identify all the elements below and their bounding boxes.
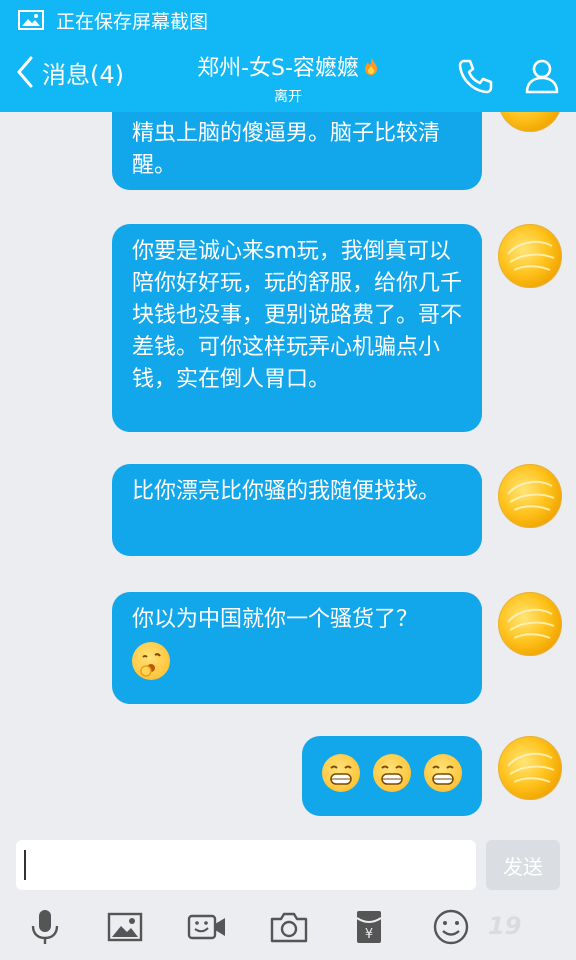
flame-icon xyxy=(364,57,377,75)
emoji-icon[interactable] xyxy=(430,906,472,948)
message-text: 精虫上脑的傻逼男。脑子比较清醒。 xyxy=(132,121,441,178)
message-text: 你要是诚心来sm玩，我倒真可以陪你好好玩，玩的舒服，给你几千块钱也没事，更别说路… xyxy=(132,239,463,392)
chat-title-area[interactable]: 郑州-女S-容嬷嬷 离开 xyxy=(150,50,426,106)
message-text: 你以为中国就你一个骚货了？ xyxy=(132,607,419,632)
message-text: 比你漂亮比你骚的我随便找找。 xyxy=(132,479,441,504)
status-text: 正在保存屏幕截图 xyxy=(56,10,209,33)
message-bubble[interactable]: 你要是诚心来sm玩，我倒真可以陪你好好玩，玩的舒服，给你几千块钱也没事，更别说路… xyxy=(112,224,482,432)
avatar[interactable] xyxy=(498,224,562,288)
chevron-left-icon xyxy=(17,56,33,88)
thinking-emoji-icon xyxy=(132,642,170,680)
video-call-icon[interactable] xyxy=(186,906,228,948)
back-label: 消息(4) xyxy=(42,60,124,89)
grin-emoji-icon xyxy=(322,754,360,792)
svg-text:¥: ¥ xyxy=(365,927,373,942)
text-cursor xyxy=(24,850,26,880)
send-button[interactable]: 发送 xyxy=(486,840,560,890)
message-bubble[interactable] xyxy=(302,736,482,816)
red-packet-icon[interactable]: ¥ xyxy=(348,906,390,948)
picture-icon[interactable] xyxy=(104,906,146,948)
message-bubble[interactable]: 你以为中国就你一个骚货了？ xyxy=(112,592,482,704)
phone-icon[interactable] xyxy=(456,56,496,96)
message-input[interactable] xyxy=(16,840,476,890)
person-icon[interactable] xyxy=(522,56,562,96)
grin-emoji-icon xyxy=(424,754,462,792)
camera-icon[interactable] xyxy=(268,906,310,948)
image-icon xyxy=(18,10,44,30)
status-bar: 正在保存屏幕截图 xyxy=(0,0,576,40)
avatar[interactable] xyxy=(498,464,562,528)
message-bubble[interactable]: 比你漂亮比你骚的我随便找找。 xyxy=(112,464,482,556)
watermark: 19 xyxy=(488,912,522,940)
avatar[interactable] xyxy=(498,592,562,656)
back-button[interactable]: 消息(4) xyxy=(14,54,124,90)
microphone-icon[interactable] xyxy=(24,906,66,948)
chat-status: 离开 xyxy=(274,89,302,105)
chat-title: 郑州-女S-容嬷嬷 xyxy=(197,56,359,81)
avatar[interactable] xyxy=(498,736,562,800)
chat-header: 消息(4) 郑州-女S-容嬷嬷 离开 xyxy=(0,40,576,112)
grin-emoji-icon xyxy=(373,754,411,792)
